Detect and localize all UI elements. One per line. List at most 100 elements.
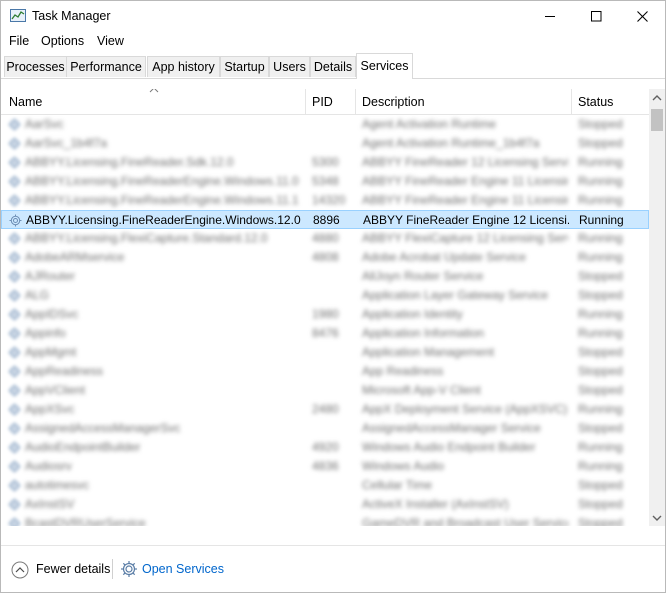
cell-pid [312, 381, 352, 400]
cell-status: Stopped [578, 421, 623, 435]
cell-pid: 4880 [312, 231, 339, 245]
cell-description: ABBYY FineReader Engine 11 Licensing [362, 174, 568, 188]
menu-view[interactable]: View [97, 34, 124, 48]
maximize-button[interactable] [573, 1, 619, 31]
cell-description: ABBYY FineReader Engine 12 Licensi... [363, 213, 569, 227]
tab-users[interactable]: Users [269, 56, 310, 77]
task-manager-window: Task Manager File Options View Processes… [0, 0, 666, 593]
cell-description: Agent Activation Runtime [362, 117, 497, 131]
cell-pid [312, 514, 352, 526]
cell-name: ABBYY.Licensing.FineReaderEngine.Windows… [26, 213, 301, 227]
menu-options[interactable]: Options [41, 34, 84, 48]
minimize-button[interactable] [527, 1, 573, 31]
column-divider[interactable] [571, 89, 572, 114]
tab-performance[interactable]: Performance [66, 56, 146, 77]
column-header-pid[interactable]: PID [312, 95, 333, 109]
column-header-description[interactable]: Description [362, 95, 425, 109]
table-body: AarSvc Agent Activation Runtime Stopped Aar… [1, 115, 649, 526]
table-row[interactable]: AdobeARMservice 4808 Adobe Acrobat Update … [1, 248, 649, 267]
sort-ascending-icon [149, 89, 159, 93]
cell-status: Running [578, 307, 623, 321]
table-row[interactable]: AarSvc Agent Activation Runtime Stopped [1, 115, 649, 134]
scrollbar-thumb[interactable] [651, 109, 663, 131]
cell-pid: 5300 [312, 155, 339, 169]
open-services-link[interactable]: Open Services [142, 562, 224, 576]
cell-status: Running [578, 250, 623, 264]
service-gear-icon [8, 194, 21, 207]
table-row[interactable]: ABBYY.Licensing.FlexiCapture.Standard.12… [1, 229, 649, 248]
table-row[interactable]: AppReadiness App Readiness Stopped [1, 362, 649, 381]
service-gear-icon [8, 384, 21, 397]
table-header: Name PID Description Status [1, 89, 649, 115]
table-row[interactable]: AJRouter AllJoyn Router Service Stopped [1, 267, 649, 286]
minimize-icon [544, 15, 555, 17]
cell-name: AssignedAccessManagerSvc [25, 421, 181, 435]
table-row[interactable]: ABBYY.Licensing.FineReaderEngine.Windows… [1, 172, 649, 191]
table-row[interactable]: Audiosrv 4836 Windows Audio Running [1, 457, 649, 476]
tab-startup[interactable]: Startup [220, 56, 269, 77]
cell-description: Application Identity [362, 307, 463, 321]
cell-status: Running [578, 402, 623, 416]
table-row[interactable]: AssignedAccessManagerSvc AssignedAccessMa… [1, 419, 649, 438]
tab-details[interactable]: Details [310, 56, 356, 77]
table-row[interactable]: AppIDSvc 1980 Application Identity Running [1, 305, 649, 324]
cell-name: AppXSvc [25, 402, 75, 416]
vertical-scrollbar[interactable] [649, 89, 665, 526]
cell-status: Stopped [578, 364, 623, 378]
column-header-name[interactable]: Name [9, 95, 42, 109]
cell-pid: 8476 [312, 326, 339, 340]
cell-name: AarSvc_1b4f7a [25, 136, 108, 150]
services-gear-icon[interactable] [120, 560, 138, 578]
cell-status: Stopped [578, 478, 623, 492]
cell-description: Windows Audio Endpoint Builder [362, 440, 536, 454]
cell-name: ALG [25, 288, 50, 302]
table-row[interactable]: Appinfo 8476 Application Information Runnin… [1, 324, 649, 343]
table-row[interactable]: AppXSvc 2480 AppX Deployment Service (AppX… [1, 400, 649, 419]
table-row[interactable]: AppMgmt Application Management Stopped [1, 343, 649, 362]
cell-name: AppIDSvc [25, 307, 79, 321]
tab-app-history[interactable]: App history [147, 56, 220, 77]
scroll-down-icon[interactable] [652, 513, 662, 523]
column-header-status[interactable]: Status [578, 95, 613, 109]
services-table: Name PID Description Status AarSvc Agent … [1, 89, 649, 526]
fewer-details-button[interactable]: Fewer details [36, 562, 110, 576]
cell-name: ABBYY.Licensing.FlexiCapture.Standard.12… [25, 231, 268, 245]
service-gear-icon [8, 460, 21, 473]
cell-status: Stopped [578, 288, 623, 302]
cell-status: Stopped [578, 117, 623, 131]
close-icon [636, 10, 648, 22]
footer: Fewer details Open Services [1, 545, 665, 592]
cell-description: Application Information [362, 326, 485, 340]
cell-pid: 2480 [312, 402, 339, 416]
cell-name: AudioEndpointBuilder [25, 440, 141, 454]
cell-status: Running [579, 213, 624, 227]
column-divider[interactable] [305, 89, 306, 114]
scroll-up-icon[interactable] [652, 93, 662, 103]
service-gear-icon [9, 214, 22, 227]
cell-description: Application Layer Gateway Service [362, 288, 549, 302]
table-row[interactable]: ABBYY.Licensing.FineReaderEngine.Windows… [1, 191, 649, 210]
cell-description: GameDVR and Broadcast User Service [362, 516, 568, 526]
table-row[interactable]: AxInstSV ActiveX Installer (AxInstSV) Stop… [1, 495, 649, 514]
table-row[interactable]: AppVClient Microsoft App-V Client Stopped [1, 381, 649, 400]
table-row[interactable]: ABBYY.Licensing.FineReader.Sdk.12.0 5300 A… [1, 153, 649, 172]
table-row[interactable]: ALG Application Layer Gateway Service Stop… [1, 286, 649, 305]
tab-processes[interactable]: Processes [4, 56, 67, 77]
tab-services[interactable]: Services [356, 53, 413, 79]
table-row[interactable]: AarSvc_1b4f7a Agent Activation Runtime_1b… [1, 134, 649, 153]
column-divider[interactable] [355, 89, 356, 114]
table-row[interactable]: AudioEndpointBuilder 4920 Windows Audio En… [1, 438, 649, 457]
cell-name: AJRouter [25, 269, 76, 283]
table-row[interactable]: autotimesvc Cellular Time Stopped [1, 476, 649, 495]
cell-pid: 4920 [312, 440, 339, 454]
title-bar: Task Manager [1, 1, 665, 31]
menu-file[interactable]: File [9, 34, 29, 48]
close-button[interactable] [619, 1, 665, 31]
maximize-icon [590, 10, 601, 21]
table-row[interactable]: BcastDVRUserService GameDVR and Broadcast… [1, 514, 649, 526]
fewer-details-icon[interactable] [11, 561, 29, 579]
cell-name: AppVClient [25, 383, 86, 397]
table-row-selected[interactable]: ABBYY.Licensing.FineReaderEngine.Windows… [1, 210, 649, 229]
service-gear-icon [8, 270, 21, 283]
cell-description: AllJoyn Router Service [362, 269, 484, 283]
